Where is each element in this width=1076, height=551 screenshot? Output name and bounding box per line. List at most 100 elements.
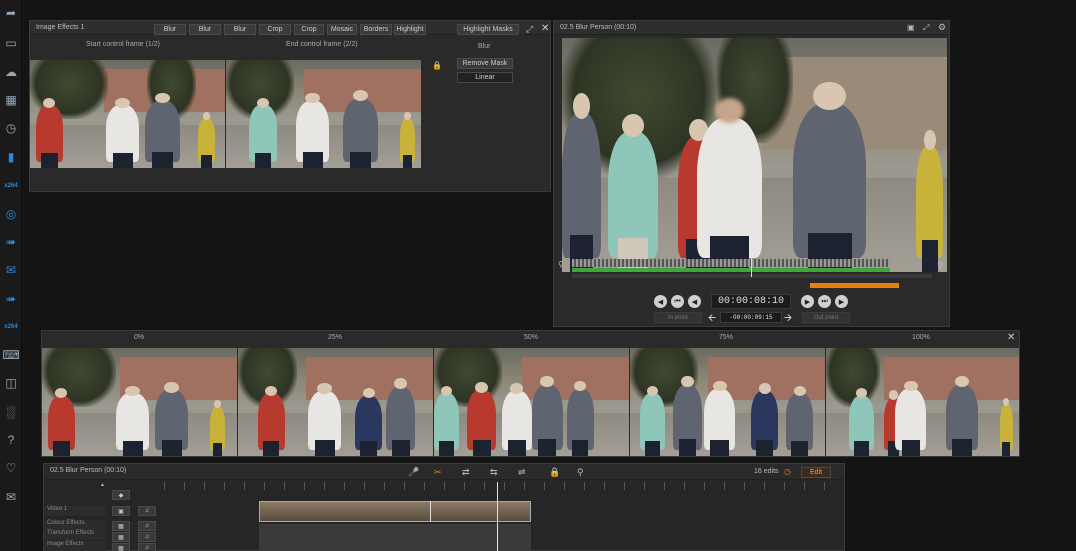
edits-count: 16 edits — [754, 468, 779, 475]
filmstrip-frame-image — [238, 348, 433, 456]
right-arrow-icon[interactable]: 🡪 — [784, 311, 792, 328]
track-toggle-icon[interactable]: ▦ — [112, 532, 130, 542]
tab-crop-1[interactable]: Crop — [259, 24, 291, 35]
microphone-icon[interactable]: 🎤 — [408, 467, 419, 478]
filmstrip-frame[interactable] — [42, 348, 237, 456]
progress-green-bar — [572, 268, 890, 272]
highlight-masks-button[interactable]: Highlight Masks — [457, 24, 519, 35]
step-back-button[interactable]: ◀ — [688, 295, 701, 308]
filmstrip-frame[interactable] — [434, 348, 629, 456]
play-button[interactable]: ▶ — [801, 295, 814, 308]
merge-icon[interactable]: ⇆ — [490, 467, 498, 478]
zoom-icon[interactable]: ⚲ — [937, 260, 944, 271]
sub-timecode[interactable]: -00:00:09:15 — [720, 312, 782, 323]
remove-mask-button[interactable]: Remove Mask — [457, 58, 513, 69]
document-icon[interactable]: ▮ — [2, 150, 20, 164]
start-frame-caption: Start control frame (1/2) — [86, 41, 160, 48]
prev-edit-button[interactable]: ◀ — [654, 295, 667, 308]
save-icon[interactable]: ▣ — [907, 23, 915, 32]
export2-icon[interactable]: ✉ — [2, 263, 20, 277]
track-toggle-icon[interactable]: ▦ — [112, 543, 130, 551]
tab-mosaic[interactable]: Mosaic — [327, 24, 357, 35]
track-toggle-icon[interactable]: ▦ — [112, 521, 130, 531]
export-icon[interactable]: ➠ — [2, 235, 20, 249]
in-point-button[interactable]: In point — [654, 312, 702, 323]
skip-forward-button[interactable]: ⏭ — [818, 295, 831, 308]
out-point-button[interactable]: Out point — [802, 312, 850, 323]
expand-icon[interactable]: ⤢ — [526, 24, 533, 35]
add-track-icon[interactable]: ◆ — [112, 490, 130, 500]
waveform-strip[interactable] — [572, 259, 890, 267]
blur-label: Blur — [478, 43, 491, 50]
tab-crop-2[interactable]: Crop — [294, 24, 324, 35]
end-control-frame[interactable] — [226, 60, 421, 168]
marker-icon[interactable]: ⚲ — [558, 260, 564, 269]
grid-icon[interactable]: ▦ — [2, 93, 20, 107]
help-icon[interactable]: ? — [2, 433, 20, 447]
track-image-effects-label: Image Effects — [44, 541, 106, 551]
tab-highlight[interactable]: Highlight — [394, 24, 426, 35]
split-icon[interactable]: ⇄ — [462, 467, 470, 478]
search-icon[interactable]: ⚲ — [577, 467, 584, 478]
filmstrip-frame[interactable] — [238, 348, 433, 456]
video-clip[interactable] — [259, 501, 531, 522]
interpolation-select[interactable]: Linear — [457, 72, 513, 83]
expand-icon[interactable]: ⤢ — [923, 23, 929, 33]
lock-icon[interactable]: 🔒 — [432, 61, 442, 70]
track-audio-icon[interactable]: ♫ — [138, 521, 156, 531]
bars-icon[interactable]: ░ — [2, 405, 20, 419]
edit-button[interactable]: Edit — [801, 467, 831, 478]
end-frame-caption: End control frame (2/2) — [286, 41, 358, 48]
filmstrip-frame[interactable] — [630, 348, 825, 456]
tab-blur-3[interactable]: Blur — [224, 24, 256, 35]
monitor-icon[interactable]: ▣ — [112, 506, 130, 516]
effects-clip-area[interactable] — [259, 524, 531, 551]
time-ruler[interactable] — [164, 482, 844, 490]
clock-icon[interactable]: ◷ — [784, 467, 791, 476]
timecode-display[interactable]: 00:00:08:10 — [711, 294, 791, 309]
start-control-frame[interactable] — [30, 60, 225, 168]
x264-label: x264 — [4, 183, 18, 189]
timeline-panel: 02.5 Blur Person (00:10) 🎤 ✂ ⇄ ⇆ ⇌ 🔒 ⚲ 1… — [43, 463, 845, 551]
history-icon[interactable]: ◷ — [2, 121, 20, 135]
left-arrow-icon[interactable]: 🡨 — [708, 311, 716, 328]
export3-icon[interactable]: ➠ — [2, 292, 20, 306]
close-icon[interactable]: ✕ — [1007, 332, 1015, 343]
arrow-icon[interactable]: ➦ — [2, 6, 20, 20]
filmstrip-frame-image — [630, 348, 825, 456]
ripple-icon[interactable]: ⇌ — [518, 467, 526, 478]
track-audio-icon[interactable]: ♫ — [138, 543, 156, 551]
video-frame-image — [30, 60, 225, 168]
layout-icon[interactable]: ◫ — [2, 376, 20, 390]
video-preview[interactable] — [562, 38, 947, 272]
timeline-playhead[interactable] — [497, 482, 498, 551]
selection-bar[interactable] — [810, 283, 899, 288]
tab-blur-2[interactable]: Blur — [189, 24, 221, 35]
x264-button-2[interactable]: x264 — [2, 320, 20, 334]
playhead[interactable] — [751, 257, 752, 277]
preview-panel-title: 02.5 Blur Person (00:10) — [560, 24, 637, 31]
cloud-icon[interactable]: ☁ — [2, 65, 20, 79]
x264-button[interactable]: x264 — [2, 179, 20, 193]
tab-borders[interactable]: Borders — [360, 24, 392, 35]
filmstrip-frame[interactable] — [826, 348, 1019, 456]
audio-icon[interactable]: ♫ — [138, 506, 156, 516]
chat-icon[interactable]: ✉ — [2, 490, 20, 504]
timeline-title: 02.5 Blur Person (00:10) — [50, 467, 127, 474]
folder-icon[interactable]: ▭ — [2, 36, 20, 50]
heart-icon[interactable]: ♡ — [2, 461, 20, 475]
lock-icon[interactable]: 🔒 — [549, 467, 560, 478]
close-icon[interactable]: ✕ — [541, 23, 549, 34]
preview-panel: 02.5 Blur Person (00:10) ▣ ⤢ ⚙ ⚲ ⚲ ◀ ⏮ ◀… — [553, 20, 950, 327]
track-audio-icon[interactable]: ♫ — [138, 532, 156, 542]
preview-panel-header: 02.5 Blur Person (00:10) — [554, 21, 949, 35]
razor-icon[interactable]: ✂ — [434, 467, 442, 478]
tab-blur-1[interactable]: Blur — [154, 24, 186, 35]
track-video-1-label: Video 1 — [44, 506, 106, 517]
settings-icon[interactable]: ⚙ — [938, 22, 946, 33]
keyboard-icon[interactable]: ⌨ — [2, 348, 20, 362]
skip-back-button[interactable]: ⏮ — [671, 295, 684, 308]
globe-icon[interactable]: ◎ — [2, 207, 20, 221]
collapse-icon[interactable]: ▲ — [100, 482, 105, 488]
next-edit-button[interactable]: ▶ — [835, 295, 848, 308]
